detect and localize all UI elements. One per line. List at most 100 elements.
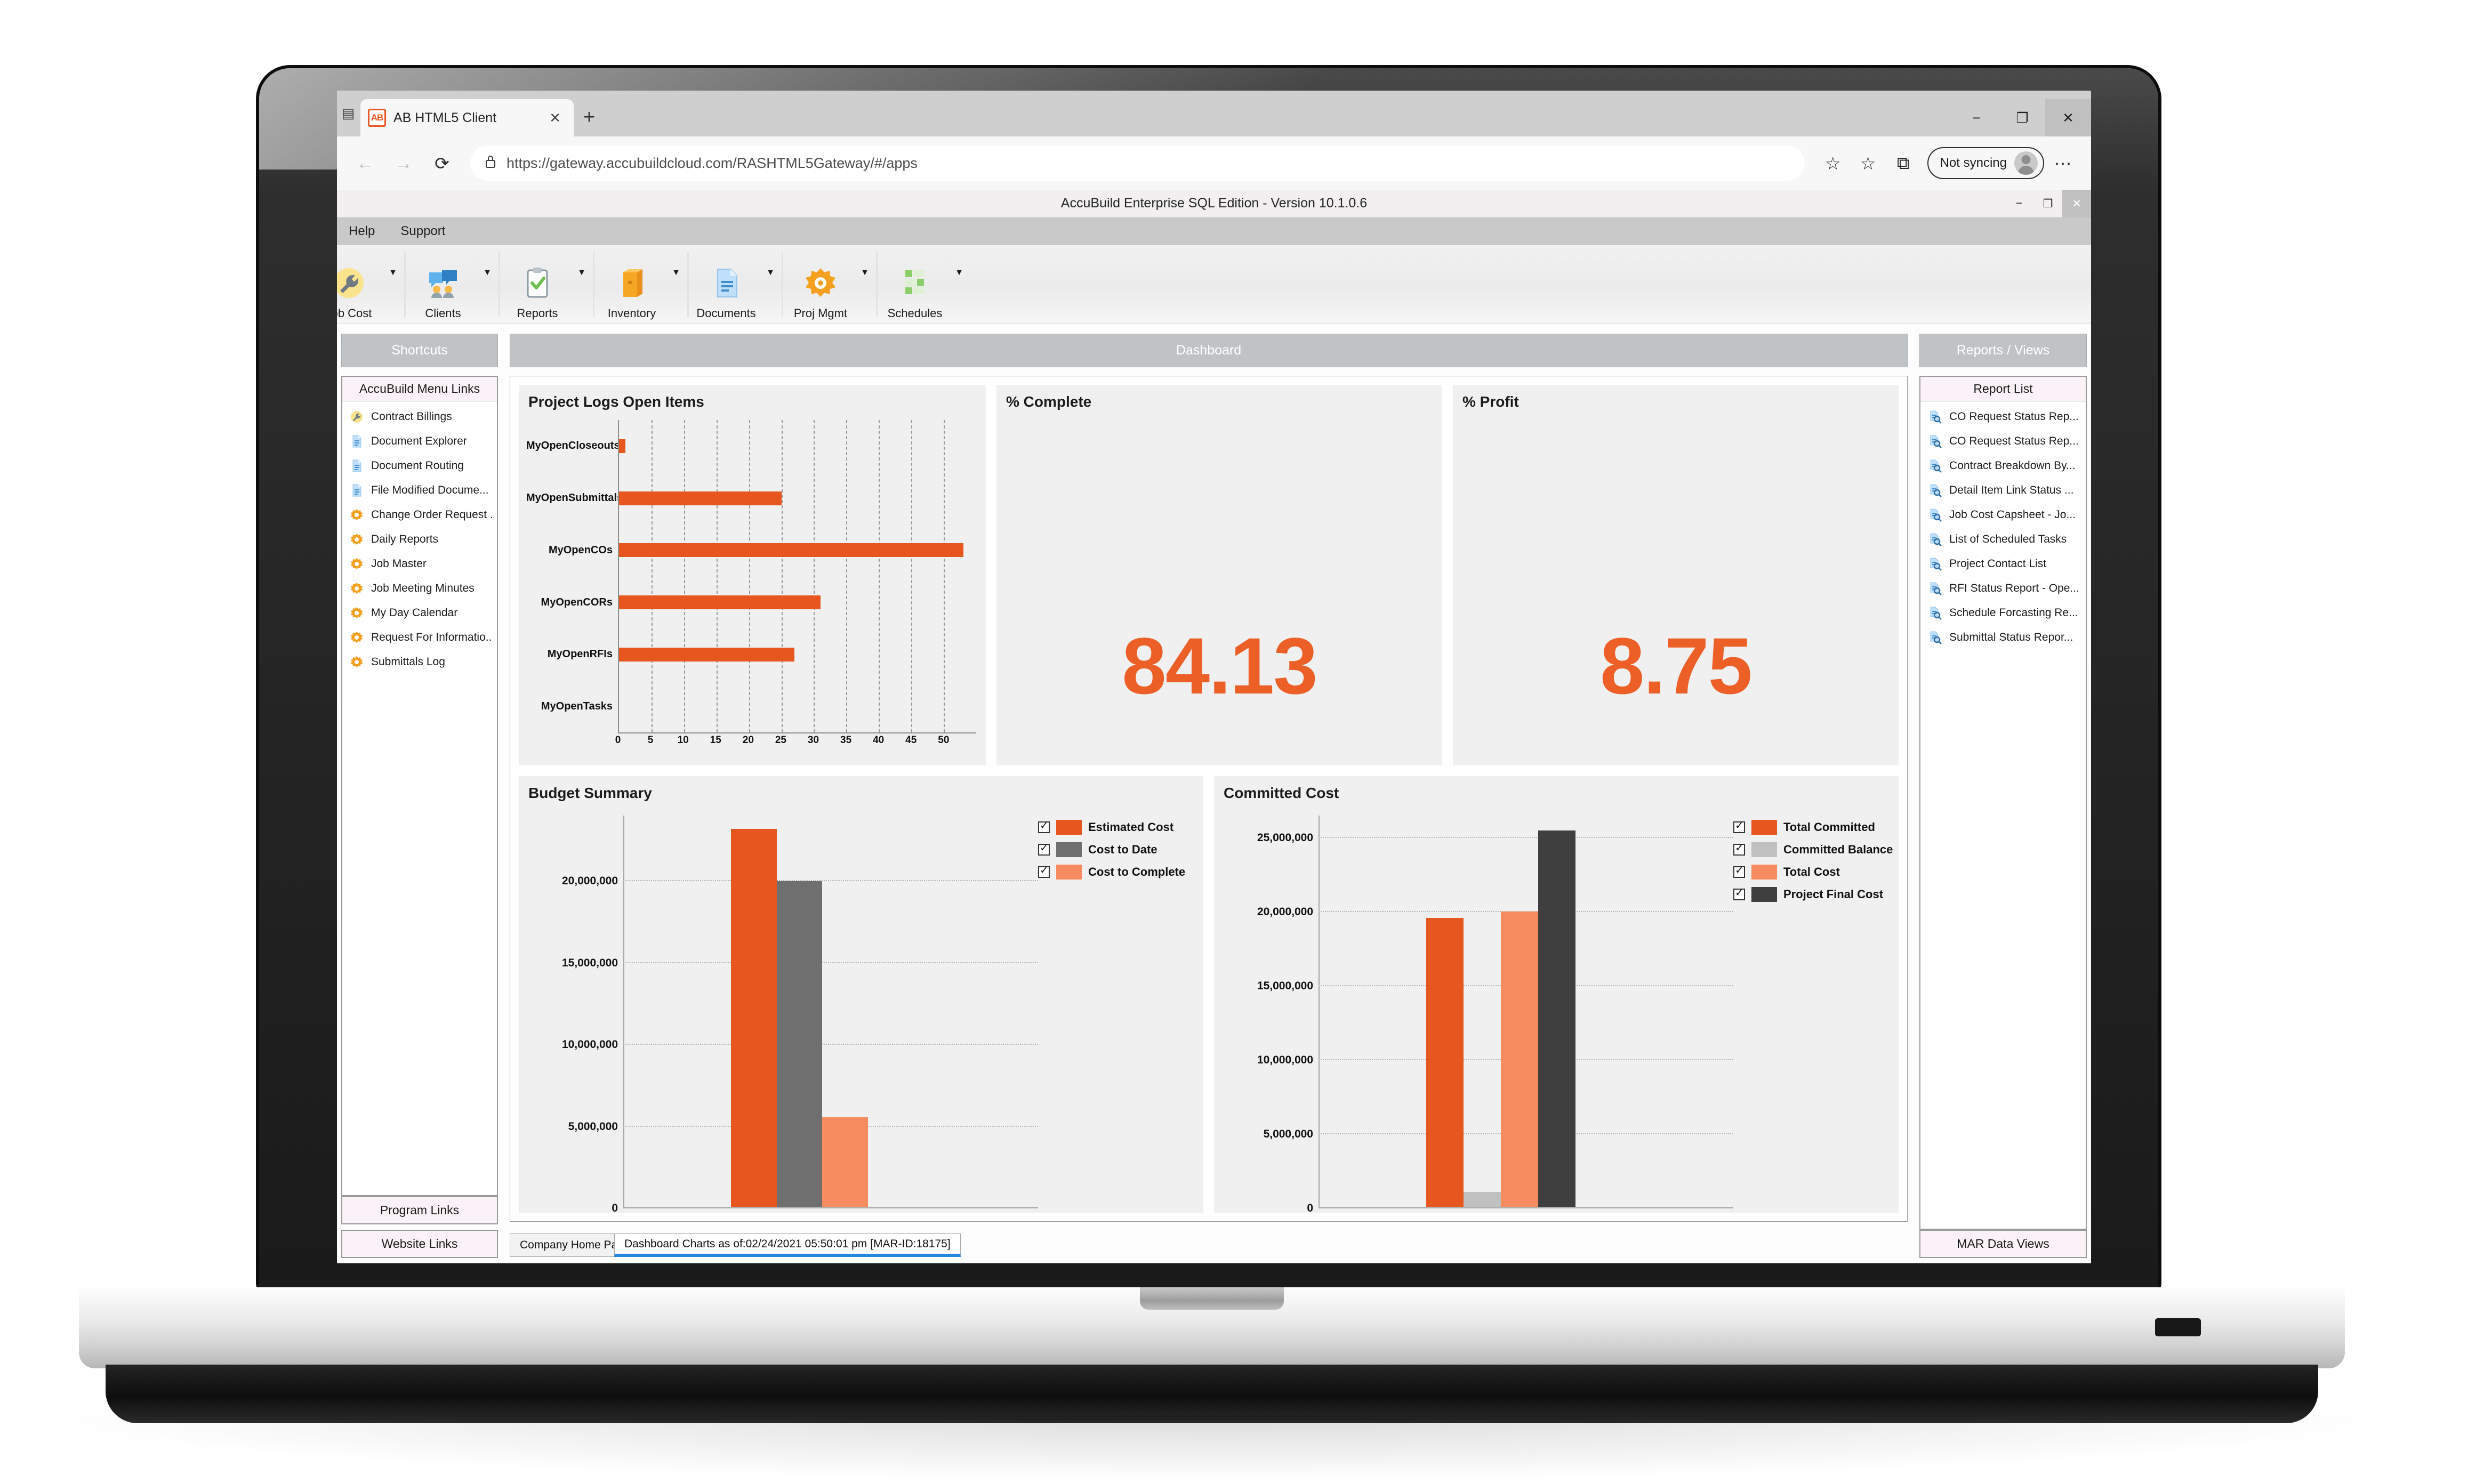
xtick: 25 — [775, 735, 786, 746]
legend-checkbox[interactable] — [1038, 819, 1050, 834]
back-icon[interactable]: ← — [349, 147, 382, 180]
ribbon-caret-proj-mgmt[interactable]: ▼ — [856, 245, 874, 324]
bar-project-final-cost — [1538, 830, 1576, 1207]
legend-checkbox[interactable] — [1733, 819, 1745, 834]
menu-item-help[interactable]: Help — [349, 224, 375, 239]
tab-dashboard-charts[interactable]: Dashboard Charts as of:02/24/2021 05:50:… — [614, 1233, 961, 1257]
website-links-button[interactable]: Website Links — [341, 1230, 498, 1258]
ribbon-button-schedules[interactable]: Schedules — [880, 245, 950, 324]
legend-checkbox[interactable] — [1733, 864, 1745, 878]
legend-checkbox[interactable] — [1038, 841, 1050, 856]
close-tab-icon[interactable]: ✕ — [544, 110, 566, 126]
program-links-button[interactable]: Program Links — [341, 1196, 498, 1224]
ribbon-label-documents: Documents — [696, 307, 756, 320]
forward-icon[interactable]: → — [387, 147, 420, 180]
ribbon-button-inventory[interactable]: Inventory — [597, 245, 667, 324]
legend-item-committed-balance[interactable]: Committed Balance — [1733, 841, 1899, 858]
report-item-label: Detail Item Link Status ... — [1949, 484, 2074, 496]
close-window-button[interactable]: ✕ — [2045, 99, 2091, 136]
add-favorite-icon[interactable]: ☆ — [1816, 147, 1850, 180]
browser-tab[interactable]: AB AB HTML5 Client ✕ — [360, 99, 574, 136]
legend-swatch — [1751, 820, 1777, 835]
report-item-co-request-status-1[interactable]: CO Request Status Rep... — [1920, 405, 2086, 429]
minimize-window-button[interactable]: − — [1954, 99, 1999, 136]
report-item-co-request-status-2[interactable]: CO Request Status Rep... — [1920, 429, 2086, 454]
sidebar-item-my-day-calendar[interactable]: My Day Calendar — [342, 601, 497, 625]
report-list-title: Report List — [1920, 377, 2086, 401]
legend-checkbox[interactable] — [1733, 841, 1745, 856]
ribbon-button-reports[interactable]: Reports — [502, 245, 573, 324]
report-search-icon — [1928, 459, 1942, 473]
sidebar-item-document-routing[interactable]: Document Routing — [342, 454, 497, 478]
legend-checkbox[interactable] — [1038, 864, 1050, 878]
ribbon-caret-schedules[interactable]: ▼ — [950, 245, 968, 324]
sidebar-item-document-explorer[interactable]: Document Explorer — [342, 429, 497, 454]
report-item-list-of-scheduled-tasks[interactable]: List of Scheduled Tasks — [1920, 527, 2086, 552]
favorites-icon[interactable]: ☆ — [1852, 147, 1885, 180]
sidebar-item-change-order-request[interactable]: Change Order Request ... — [342, 503, 497, 527]
hbar-x-axis-ticks: 0 5 10 15 20 25 30 35 40 45 50 — [615, 735, 976, 753]
menu-item-support[interactable]: Support — [400, 224, 445, 239]
sidebar-item-submittals-log[interactable]: Submittals Log — [342, 650, 497, 674]
kpi-title: % Complete — [1006, 393, 1092, 410]
profile-button[interactable]: Not syncing — [1927, 147, 2044, 179]
sidebar-item-contract-billings[interactable]: Contract Billings — [342, 405, 497, 429]
legend-item-total-cost[interactable]: Total Cost — [1733, 864, 1899, 880]
gear-icon — [350, 655, 364, 669]
report-item-job-cost-capsheet[interactable]: Job Cost Capsheet - Jo... — [1920, 503, 2086, 527]
sidebar-item-job-master[interactable]: Job Master — [342, 552, 497, 576]
legend-item-estimated-cost[interactable]: Estimated Cost — [1038, 819, 1203, 835]
ribbon-button-clients[interactable]: Clients — [408, 245, 478, 324]
app-minimize-button[interactable]: − — [2005, 190, 2033, 217]
report-item-label: Job Cost Capsheet - Jo... — [1949, 509, 2076, 521]
reload-icon[interactable]: ⟳ — [425, 147, 459, 180]
ribbon-caret-documents[interactable]: ▼ — [761, 245, 779, 324]
bar-cost-to-date — [776, 881, 823, 1207]
report-item-rfi-status-report[interactable]: RFI Status Report - Ope... — [1920, 576, 2086, 601]
sidebar-item-file-modified-documents[interactable]: File Modified Docume... — [342, 478, 497, 503]
ribbon-caret-inventory[interactable]: ▼ — [667, 245, 685, 324]
ytick: 20,000,000 — [561, 875, 618, 888]
ribbon-caret-reports[interactable]: ▼ — [573, 245, 591, 324]
ribbon-button-documents[interactable]: Documents — [691, 245, 761, 324]
legend-swatch — [1056, 865, 1082, 880]
legend-item-cost-to-complete[interactable]: Cost to Complete — [1038, 864, 1203, 880]
reports-views-panel-header[interactable]: Reports / Views — [1919, 334, 2087, 367]
ribbon-button-job-cost[interactable]: Job Cost — [337, 245, 384, 324]
report-item-project-contact-list[interactable]: Project Contact List — [1920, 552, 2086, 576]
tab-search-icon[interactable]: ▤ — [340, 103, 356, 123]
gear-icon — [350, 582, 364, 595]
browser-toolbar-actions: ☆ ☆ ⧉ Not syncing ⋯ — [1816, 147, 2079, 180]
sidebar-item-request-for-information[interactable]: Request For Informatio... — [342, 625, 497, 650]
app-close-button[interactable]: ✕ — [2062, 190, 2091, 217]
legend-item-total-committed[interactable]: Total Committed — [1733, 819, 1899, 835]
ribbon-caret-job-cost[interactable]: ▼ — [384, 245, 402, 324]
legend-checkbox[interactable] — [1733, 886, 1745, 901]
report-item-contract-breakdown[interactable]: Contract Breakdown By... — [1920, 454, 2086, 478]
hbar-label: MyOpenSubmittals — [526, 492, 623, 504]
mar-data-views-button[interactable]: MAR Data Views — [1919, 1230, 2087, 1258]
legend-item-cost-to-date[interactable]: Cost to Date — [1038, 841, 1203, 858]
ribbon-button-proj-mgmt[interactable]: Proj Mgmt — [785, 245, 856, 324]
document-icon — [708, 263, 744, 303]
ytick: 10,000,000 — [1257, 1054, 1313, 1066]
report-item-schedule-forcasting[interactable]: Schedule Forcasting Re... — [1920, 601, 2086, 625]
address-bar[interactable]: https://gateway.accubuildcloud.com/RASHT… — [470, 146, 1805, 181]
sidebar-item-job-meeting-minutes[interactable]: Job Meeting Minutes — [342, 576, 497, 601]
report-search-icon — [1928, 533, 1942, 546]
collections-icon[interactable]: ⧉ — [1887, 147, 1920, 180]
app-workspace: Shortcuts AccuBuild Menu Links Contract … — [337, 324, 2091, 1263]
app-restore-button[interactable]: ❐ — [2033, 190, 2062, 217]
maximize-window-button[interactable]: ❐ — [1999, 99, 2045, 136]
ribbon-caret-clients[interactable]: ▼ — [478, 245, 496, 324]
chart-plot-area: 5,000,000 10,000,000 15,000,000 20,000,0… — [519, 806, 1203, 1214]
new-tab-button[interactable]: + — [583, 106, 595, 129]
chart-project-logs-open-items: Project Logs Open Items MyOpenCloseouts … — [519, 385, 986, 766]
report-item-submittal-status-report[interactable]: Submittal Status Repor... — [1920, 625, 2086, 650]
sidebar-item-daily-reports[interactable]: Daily Reports — [342, 527, 497, 552]
report-item-detail-item-link-status[interactable]: Detail Item Link Status ... — [1920, 478, 2086, 503]
shortcuts-panel-header[interactable]: Shortcuts — [341, 334, 498, 367]
legend-item-project-final-cost[interactable]: Project Final Cost — [1733, 886, 1899, 902]
more-options-icon[interactable]: ⋯ — [2046, 147, 2079, 180]
xtick: 15 — [710, 735, 721, 746]
